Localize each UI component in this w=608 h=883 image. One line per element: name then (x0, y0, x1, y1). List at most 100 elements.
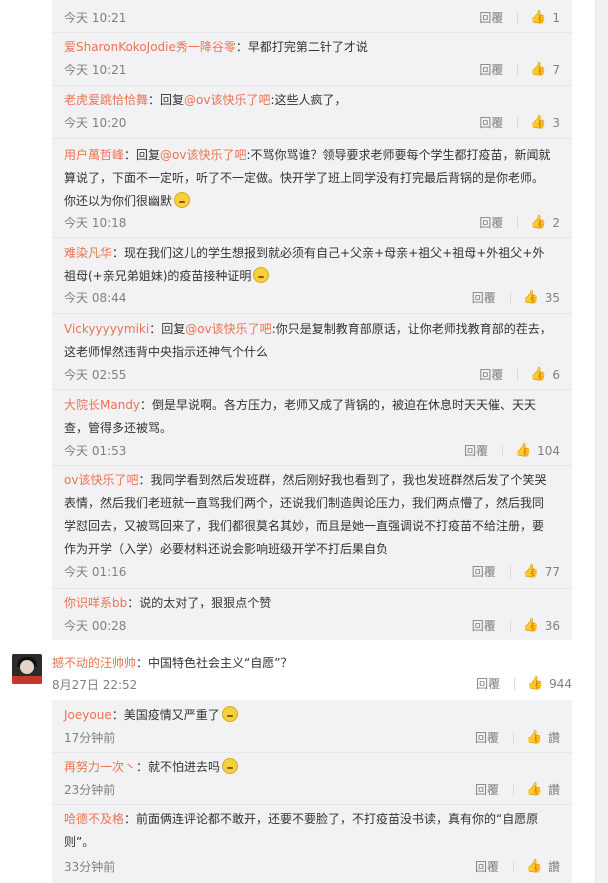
like-count: 3 (552, 116, 560, 130)
reply-button[interactable]: 回覆 (475, 730, 499, 746)
like-icon[interactable]: 👍 (523, 291, 539, 305)
reply-item: Joeyoue：美国疫情又严重了 17分钟前 回覆 👍 讚 (52, 700, 572, 753)
username-link[interactable]: 大院长Mandy (64, 398, 140, 412)
reply-button[interactable]: 回覆 (472, 290, 496, 306)
username-link[interactable]: ov该快乐了吧 (64, 473, 138, 487)
reply-item: 爱SharonKokoJodie秀一降谷零：早都打完第二针了才说 今天 10:2… (52, 32, 572, 86)
comment-time: 8月27日 22:52 (52, 678, 138, 692)
like-icon[interactable]: 👍 (527, 677, 543, 691)
like-label[interactable]: 讚 (548, 859, 560, 875)
reply-actions: 回覆 👍 讚 (475, 859, 560, 875)
reply-time: 今天 10:21 (64, 11, 127, 25)
divider (517, 12, 519, 24)
reply-time: 17分钟前 (64, 731, 116, 745)
divider (512, 861, 514, 873)
like-icon[interactable]: 👍 (526, 731, 542, 745)
reply-button[interactable]: 回覆 (479, 115, 503, 131)
username-link[interactable]: 爱SharonKokoJodie秀一降谷零 (64, 40, 236, 54)
reply-prefix: ：回复 (149, 322, 186, 336)
like-count: 1 (552, 11, 560, 25)
like-icon[interactable]: 👍 (530, 11, 546, 25)
reply-prefix: ：回复 (148, 93, 185, 107)
reply-button[interactable]: 回覆 (479, 215, 503, 231)
reply-actions: 回覆 👍 2 (479, 215, 560, 231)
comment-actions: 回覆 👍 944 (476, 676, 572, 692)
reply-text: 大院长Mandy：倒是早说啊。各方压力，老师又成了背锅的，被迫在休息时天天催、天… (64, 394, 554, 440)
reply-actions: 回覆 👍 讚 (475, 730, 560, 746)
mention-link[interactable]: @ov该快乐了吧 (185, 322, 271, 336)
reply-item: 你识咩系bb：说的太对了，狠狠点个赞 今天 00:28 回覆 👍 36 (52, 588, 572, 640)
like-icon[interactable]: 👍 (530, 368, 546, 382)
reply-time: 33分钟前 (64, 860, 116, 874)
comment-text: 撼不动的汪帅帅：中国特色社会主义“自愿”？ (52, 654, 292, 672)
reply-item: 今天 10:21 回覆 👍 1 (52, 0, 572, 33)
username-link[interactable]: 老虎爱跳恰恰舞 (64, 93, 148, 107)
like-icon[interactable]: 👍 (530, 216, 546, 230)
reply-content: :这些人疯了， (270, 93, 347, 107)
reply-button[interactable]: 回覆 (475, 782, 499, 798)
divider (517, 369, 519, 381)
like-count: 77 (544, 565, 560, 579)
reply-text: ov该快乐了吧：我同学看到然后发班群，然后刚好我也看到了，我也发班群然后发了个笑… (64, 469, 554, 561)
laugh-emoji-icon (253, 267, 270, 283)
divider (509, 566, 511, 578)
reply-button[interactable]: 回覆 (472, 564, 496, 580)
like-label[interactable]: 讚 (548, 782, 560, 798)
divider (502, 445, 504, 457)
reply-button[interactable]: 回覆 (464, 443, 488, 459)
reply-time: 今天 01:16 (64, 565, 127, 579)
reply-text: 用户萬哲峰：回复@ov该快乐了吧:不骂你骂谁？领导要求老师要每个学生都打疫苗，新… (64, 144, 554, 213)
username-link[interactable]: Vickyyyyymiki (64, 322, 149, 336)
username-link[interactable]: 难染凡华 (64, 246, 112, 260)
reply-button[interactable]: 回覆 (479, 367, 503, 383)
smile-emoji-icon (174, 192, 191, 208)
like-icon[interactable]: 👍 (526, 860, 542, 874)
reply-prefix: ：回复 (124, 148, 161, 162)
comment-item: 撼不动的汪帅帅：中国特色社会主义“自愿”？ 8月27日 22:52 回覆 👍 9… (0, 640, 596, 700)
like-count: 35 (544, 291, 560, 305)
reply-text: 爱SharonKokoJodie秀一降谷零：早都打完第二针了才说 (64, 36, 554, 59)
like-icon[interactable]: 👍 (530, 116, 546, 130)
username-link[interactable]: 哈德不及格 (64, 812, 124, 826)
reply-button[interactable]: 回覆 (476, 676, 500, 692)
mention-link[interactable]: @ov该快乐了吧 (184, 93, 270, 107)
smile-emoji-icon (222, 758, 239, 774)
username-link[interactable]: 你识咩系bb (64, 596, 127, 610)
reply-text: 你识咩系bb：说的太对了，狠狠点个赞 (64, 592, 554, 615)
like-count: 104 (537, 444, 560, 458)
username-link[interactable]: 用户萬哲峰 (64, 148, 124, 162)
username-link[interactable]: Joeyoue (64, 708, 112, 722)
like-icon[interactable]: 👍 (530, 63, 546, 77)
like-icon[interactable]: 👍 (515, 444, 531, 458)
like-count: 36 (544, 619, 560, 633)
scrollbar[interactable] (595, 0, 608, 883)
username-link[interactable]: 撼不动的汪帅帅 (52, 656, 136, 670)
like-label[interactable]: 讚 (548, 730, 560, 746)
reply-button[interactable]: 回覆 (479, 62, 503, 78)
reply-time: 今天 00:28 (64, 619, 127, 633)
reply-item: Vickyyyyymiki：回复@ov该快乐了吧:你只是复制教育部原话，让你老师… (52, 313, 572, 390)
reply-actions: 回覆 👍 7 (479, 62, 560, 78)
reply-button[interactable]: 回覆 (479, 10, 503, 26)
reply-actions: 回覆 👍 讚 (475, 782, 560, 798)
reply-content: ：现在我们这儿的学生想报到就必须有自己+父亲+母亲+祖父+祖母+外祖父+外祖母(… (64, 246, 545, 283)
reply-item: 老虎爱跳恰恰舞：回复@ov该快乐了吧:这些人疯了， 今天 10:20 回覆 👍 … (52, 85, 572, 139)
avatar[interactable] (12, 654, 42, 684)
mention-link[interactable]: @ov该快乐了吧 (160, 148, 246, 162)
like-icon[interactable]: 👍 (523, 619, 539, 633)
reply-button[interactable]: 回覆 (475, 859, 499, 875)
reply-item: ov该快乐了吧：我同学看到然后发班群，然后刚好我也看到了，我也发班群然后发了个笑… (52, 465, 572, 589)
reply-text: 难染凡华：现在我们这儿的学生想报到就必须有自己+父亲+母亲+祖父+祖母+外祖父+… (64, 242, 554, 288)
like-count: 6 (552, 368, 560, 382)
reply-actions: 回覆 👍 36 (472, 618, 560, 634)
divider (512, 784, 514, 796)
reply-content: ：说的太对了，狠狠点个赞 (127, 596, 272, 610)
divider (509, 620, 511, 632)
like-icon[interactable]: 👍 (523, 565, 539, 579)
like-count: 2 (552, 216, 560, 230)
like-icon[interactable]: 👍 (526, 783, 542, 797)
reply-button[interactable]: 回覆 (472, 618, 496, 634)
username-link[interactable]: 再努力一次丶 (64, 760, 136, 774)
reply-actions: 回覆 👍 6 (479, 367, 560, 383)
reply-text: 再努力一次丶：就不怕进去吗 (64, 756, 554, 779)
